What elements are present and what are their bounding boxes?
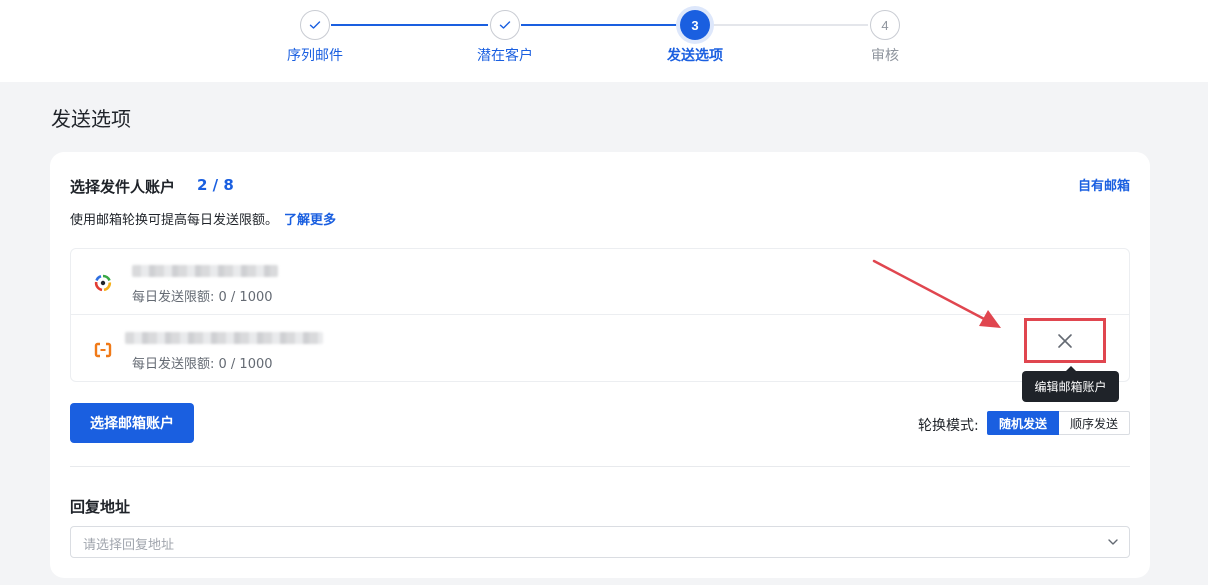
step-send-options[interactable]: 3 发送选项: [645, 10, 745, 64]
step-label: 审核: [871, 48, 899, 64]
annotation-arrow: [872, 259, 1001, 328]
chevron-down-icon: [1108, 539, 1118, 545]
reply-address-title: 回复地址: [70, 498, 131, 516]
rotation-mode-label: 轮换模式:: [918, 418, 979, 434]
rotation-mode-toggle: 随机发送 顺序发送: [987, 411, 1131, 435]
check-icon: [300, 10, 330, 40]
step-sequence-email[interactable]: 序列邮件: [265, 10, 365, 64]
sender-account-title: 选择发件人账户: [70, 178, 176, 196]
sender-hint: 使用邮箱轮换可提高每日发送限额。 了解更多: [70, 209, 336, 228]
step-label: 发送选项: [667, 48, 723, 64]
send-options-card: 选择发件人账户 2 / 8 自有邮箱 使用邮箱轮换可提高每日发送限额。 了解更多 …: [50, 152, 1150, 578]
sender-hint-text: 使用邮箱轮换可提高每日发送限额。: [70, 213, 279, 228]
select-mailbox-account-button[interactable]: 选择邮箱账户: [70, 403, 194, 443]
check-icon: [490, 10, 520, 40]
edit-account-tooltip: 编辑邮箱账户: [1022, 366, 1119, 402]
daily-limit-text: 每日发送限额: 0 / 1000: [132, 357, 273, 372]
step-number: 4: [870, 10, 900, 40]
rotation-sequential-option[interactable]: 顺序发送: [1059, 411, 1131, 435]
account-email-redacted: [132, 265, 278, 277]
account-email-redacted: [125, 332, 323, 344]
step-number: 3: [680, 10, 710, 40]
sender-account-count: 2 / 8: [197, 176, 234, 194]
step-prospects[interactable]: 潜在客户: [455, 10, 555, 64]
step-label: 序列邮件: [287, 48, 343, 64]
page-title: 发送选项: [51, 107, 131, 131]
edit-mailbox-account-button[interactable]: [1024, 318, 1106, 363]
rotation-random-option[interactable]: 随机发送: [987, 411, 1060, 435]
step-label: 潜在客户: [477, 48, 533, 64]
section-divider: [70, 466, 1130, 467]
aliyun-mail-icon: [94, 342, 112, 358]
own-mailbox-link[interactable]: 自有邮箱: [1078, 175, 1130, 194]
daily-limit-text: 每日发送限额: 0 / 1000: [132, 290, 273, 305]
step-review[interactable]: 4 审核: [835, 10, 935, 64]
reply-address-select[interactable]: 请选择回复地址: [70, 526, 1130, 558]
close-icon: [1058, 333, 1072, 348]
netease-mail-icon: [94, 274, 112, 292]
stepper: 序列邮件 潜在客户 3 发送选项 4 审核: [0, 0, 1208, 82]
reply-address-placeholder: 请选择回复地址: [83, 538, 175, 553]
learn-more-link[interactable]: 了解更多: [284, 213, 336, 228]
